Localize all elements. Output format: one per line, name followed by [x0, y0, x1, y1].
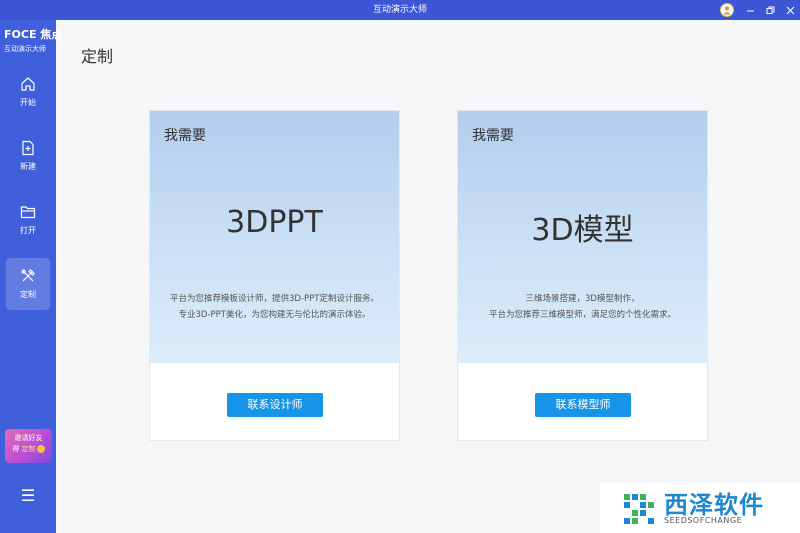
- sidebar-item-label: 打开: [20, 226, 36, 235]
- sidebar-item-label: 定制: [20, 290, 36, 299]
- close-button[interactable]: [782, 2, 798, 18]
- app-logo: FOCE 焦点 互动演示大师: [4, 26, 63, 54]
- invite-friends-banner[interactable]: 邀请好友 得 定制: [5, 429, 52, 463]
- invite-line2: 得 定制: [8, 444, 49, 455]
- card-header: 我需要 3DPPT 平台为您推荐模板设计师，提供3D-PPT定制设计服务。 专业…: [150, 111, 399, 363]
- sidebar-item-start[interactable]: 开始: [6, 66, 50, 118]
- invite-line1: 邀请好友: [14, 434, 43, 442]
- minimize-button[interactable]: [742, 2, 758, 18]
- watermark: 西泽软件 SEEDSOFCHANGE: [600, 483, 800, 533]
- tools-icon: [21, 269, 35, 282]
- card-heading: 我需要: [164, 128, 206, 144]
- menu-button[interactable]: ☰: [18, 486, 38, 506]
- new-file-icon: [22, 140, 34, 156]
- card-description: 三维场景搭建，3D模型制作， 平台为您推荐三维模型师，满足您的个性化需求。: [488, 294, 676, 320]
- sidebar-item-open[interactable]: 打开: [6, 194, 50, 246]
- card-title: 3D模型: [531, 213, 634, 248]
- watermark-logo-icon: [624, 494, 654, 524]
- card-header: 我需要 3D模型 三维场景搭建，3D模型制作， 平台为您推荐三维模型师，满足您的…: [458, 111, 707, 363]
- window-controls: [720, 0, 798, 20]
- close-icon: [786, 6, 794, 14]
- coin-icon: [36, 445, 45, 453]
- restore-icon: [766, 6, 774, 14]
- logo-subtitle: 互动演示大师: [4, 45, 46, 53]
- restore-button[interactable]: [762, 2, 778, 18]
- window-title: 互动演示大师: [372, 5, 427, 15]
- card-description: 平台为您推荐模板设计师，提供3D-PPT定制设计服务。 专业3D-PPT美化，为…: [170, 294, 379, 320]
- contact-modeler-button[interactable]: 联系模型师: [535, 393, 631, 417]
- card-3dppt: 我需要 3DPPT 平台为您推荐模板设计师，提供3D-PPT定制设计服务。 专业…: [149, 110, 400, 441]
- sidebar-item-custom[interactable]: 定制: [6, 258, 50, 310]
- card-title: 3DPPT: [226, 205, 323, 240]
- watermark-text: 西泽软件: [664, 491, 764, 519]
- sidebar-item-label: 开始: [20, 98, 36, 107]
- sidebar-item-new[interactable]: 新建: [6, 130, 50, 182]
- minimize-icon: [746, 10, 754, 11]
- sidebar-item-label: 新建: [20, 162, 36, 171]
- user-avatar[interactable]: [720, 3, 734, 17]
- watermark-subtext: SEEDSOFCHANGE: [664, 516, 743, 525]
- home-icon: [21, 77, 35, 91]
- folder-icon: [20, 206, 36, 219]
- hamburger-icon: ☰: [20, 486, 36, 505]
- logo-brand: FOCE 焦点: [4, 28, 63, 41]
- title-bar: 互动演示大师: [0, 0, 800, 20]
- user-icon: [723, 6, 731, 15]
- page-title: 定制: [81, 47, 114, 66]
- sidebar: FOCE 焦点 互动演示大师 开始 新建 打开 定制 邀请好友 得 定制 ☰: [0, 20, 63, 533]
- card-3d-model: 我需要 3D模型 三维场景搭建，3D模型制作， 平台为您推荐三维模型师，满足您的…: [457, 110, 708, 441]
- contact-designer-button[interactable]: 联系设计师: [227, 393, 323, 417]
- card-heading: 我需要: [472, 128, 514, 144]
